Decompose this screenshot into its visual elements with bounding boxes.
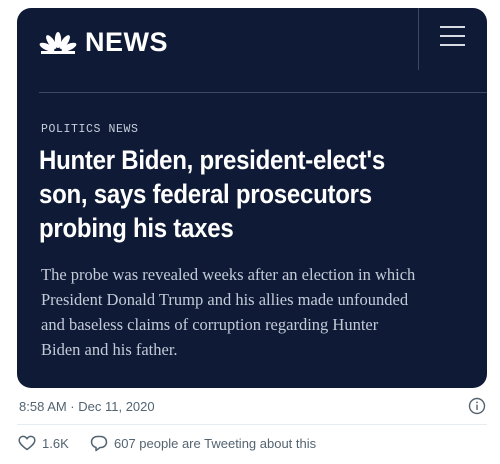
- summary-line: The probe was revealed weeks after an el…: [41, 265, 416, 284]
- section-divider: [39, 92, 487, 93]
- speech-bubble-icon: [90, 435, 108, 451]
- article-summary: The probe was revealed weeks after an el…: [41, 262, 481, 362]
- info-icon[interactable]: [468, 397, 486, 415]
- section-label: POLITICS NEWS: [41, 123, 139, 136]
- tweeting-about-text: 607 people are Tweeting about this: [114, 435, 317, 451]
- headline-line: Hunter Biden, president-elect's: [39, 145, 385, 175]
- peacock-icon: [39, 32, 77, 54]
- like-count: 1.6K: [42, 435, 69, 451]
- nbc-news-logo[interactable]: NEWS: [39, 25, 168, 59]
- summary-line: Biden and his father.: [41, 340, 178, 359]
- tweet-divider: [17, 424, 487, 425]
- article-card[interactable]: NEWS POLITICS NEWS Hunter Biden, preside…: [17, 8, 487, 388]
- like-button[interactable]: 1.6K: [18, 434, 69, 452]
- headline-line: probing his taxes: [39, 213, 234, 243]
- brand-wordmark: NEWS: [85, 27, 168, 57]
- heart-icon: [18, 435, 36, 451]
- summary-line: and baseless claims of corruption regard…: [41, 315, 379, 334]
- hamburger-menu-icon[interactable]: [440, 26, 465, 46]
- article-headline[interactable]: Hunter Biden, president-elect's son, say…: [39, 143, 422, 245]
- header-divider: [418, 8, 419, 70]
- summary-line: President Donald Trump and his allies ma…: [41, 290, 409, 309]
- tweet-timestamp[interactable]: 8:58 AM · Dec 11, 2020: [19, 399, 155, 414]
- conversation-button[interactable]: 607 people are Tweeting about this: [90, 434, 316, 452]
- headline-line: son, says federal prosecutors: [39, 179, 372, 209]
